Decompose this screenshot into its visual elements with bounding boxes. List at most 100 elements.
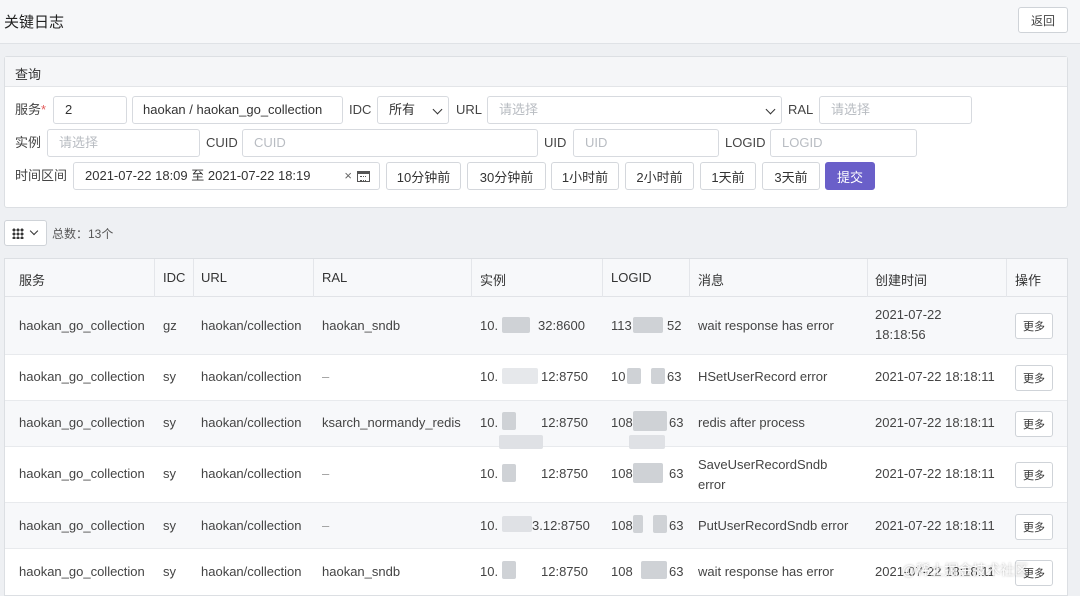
cell-idc: sy [163, 466, 176, 481]
col-header-logid[interactable]: LOGID [611, 270, 651, 285]
cell-url: haokan/collection [201, 518, 302, 533]
cell-instance-suffix: 32:8600 [538, 318, 585, 333]
url-select[interactable]: 请选择 [487, 96, 782, 124]
back-button[interactable]: 返回 [1018, 7, 1068, 33]
col-header-instance[interactable]: 实例 [480, 270, 506, 289]
cell-instance-prefix: 10. [480, 466, 499, 481]
instance-select[interactable]: 请选择 [47, 129, 200, 157]
page-title: 关键日志 [4, 14, 65, 31]
log-table: 服务 IDC URL RAL 实例 LOGID 消息 创建时间 操作 haoka… [4, 258, 1068, 596]
cell-service: haokan_go_collection [19, 564, 145, 579]
cell-instance-prefix: 10. [480, 415, 499, 430]
more-button[interactable]: 更多 [1015, 365, 1053, 391]
redacted-block [502, 412, 516, 430]
col-header-url[interactable]: URL [201, 270, 227, 285]
total-count: 总数：13个 [52, 227, 114, 241]
cell-logid-suffix: 63 [669, 466, 684, 481]
url-select-placeholder: 请选择 [499, 102, 539, 117]
cell-instance-suffix: 12:8750 [541, 369, 588, 384]
cell-ral: – [322, 518, 330, 533]
cell-message: wait response has error [698, 318, 834, 333]
cell-logid-prefix: 108 [611, 518, 633, 533]
col-header-ral[interactable]: RAL [322, 270, 347, 285]
more-button[interactable]: 更多 [1015, 411, 1053, 437]
submit-button[interactable]: 提交 [825, 162, 875, 190]
table-row[interactable]: haokan_go_collection sy haokan/collectio… [5, 401, 1067, 449]
col-header-service[interactable]: 服务 [19, 270, 45, 289]
cell-ral: ksarch_normandy_redis [322, 415, 461, 430]
cell-logid-prefix: 108 [611, 564, 633, 579]
cell-idc: sy [163, 564, 176, 579]
idc-select[interactable]: 所有 [377, 96, 449, 124]
service-name-select[interactable]: haokan / haokan_go_collection [132, 96, 343, 124]
cell-logid-prefix: 108 [611, 415, 633, 430]
cell-url: haokan/collection [201, 564, 302, 579]
required-mark: * [41, 102, 47, 117]
clear-icon[interactable]: × [344, 163, 352, 189]
column-toggle-button[interactable] [4, 220, 47, 246]
cell-message: wait response has error [698, 564, 834, 579]
cell-ral: haokan_sndb [322, 564, 401, 579]
cell-created-time: 2021-07-22 18:18:11 [875, 466, 995, 481]
service-id-input[interactable]: 2 [53, 96, 127, 124]
cell-instance-suffix: 12:8750 [541, 564, 588, 579]
cuid-label: CUID [206, 135, 238, 150]
col-header-idc[interactable]: IDC [163, 270, 185, 285]
quick-range-1h-button[interactable]: 1小时前 [551, 162, 619, 190]
col-header-actions: 操作 [1015, 273, 1042, 288]
table-row[interactable]: haokan_go_collection gz haokan/collectio… [5, 297, 1067, 355]
cell-url: haokan/collection [201, 466, 302, 481]
query-panel-title: 查询 [5, 57, 1067, 87]
cell-instance-prefix: 10. [480, 318, 499, 333]
calendar-icon[interactable] [357, 171, 370, 182]
ral-label: RAL [788, 102, 814, 117]
cell-logid-prefix: 108 [611, 466, 633, 481]
redacted-block [633, 515, 643, 533]
cell-message: HSetUserRecord error [698, 369, 828, 384]
redacted-block [502, 516, 532, 532]
cell-service: haokan_go_collection [19, 466, 145, 481]
cell-logid-suffix: 63 [669, 518, 684, 533]
table-row[interactable]: haokan_go_collection sy haokan/collectio… [5, 355, 1067, 401]
cuid-input[interactable]: CUID [242, 129, 538, 157]
table-row[interactable]: haokan_go_collection sy haokan/collectio… [5, 447, 1067, 503]
more-button[interactable]: 更多 [1015, 313, 1053, 339]
cell-service: haokan_go_collection [19, 318, 145, 333]
instance-label: 实例 [15, 135, 42, 150]
cell-created-time: 2021-07-22 18:18:11 [875, 518, 995, 533]
uid-input[interactable]: UID [573, 129, 719, 157]
idc-select-value: 所有 [389, 102, 416, 117]
quick-range-2h-button[interactable]: 2小时前 [625, 162, 694, 190]
top-bar: 关键日志 返回 [0, 0, 1080, 44]
cell-logid-suffix: 52 [667, 318, 682, 333]
cell-created-time: 2021-07-22 18:18:11 [875, 415, 995, 430]
col-header-message[interactable]: 消息 [698, 270, 724, 289]
cell-message: redis after process [698, 415, 805, 430]
quick-range-3d-button[interactable]: 3天前 [762, 162, 820, 190]
cell-url: haokan/collection [201, 369, 302, 384]
ral-select[interactable]: 请选择 [819, 96, 972, 124]
redacted-block [651, 368, 665, 384]
more-button[interactable]: 更多 [1015, 462, 1053, 488]
table-header: 服务 IDC URL RAL 实例 LOGID 消息 创建时间 操作 [5, 259, 1067, 297]
cell-instance-prefix: 10. [480, 369, 499, 384]
uid-label: UID [544, 135, 567, 150]
quick-range-30min-button[interactable]: 30分钟前 [467, 162, 546, 190]
col-header-created-time[interactable]: 创建时间 [875, 270, 927, 289]
cell-logid-prefix: 113 [611, 318, 632, 333]
cell-logid-suffix: 63 [667, 369, 682, 384]
table-row[interactable]: haokan_go_collection sy haokan/collectio… [5, 503, 1067, 549]
cell-message-cont: error [698, 477, 726, 492]
quick-range-1d-button[interactable]: 1天前 [700, 162, 756, 190]
logid-input[interactable]: LOGID [770, 129, 917, 157]
quick-range-10min-button[interactable]: 10分钟前 [386, 162, 461, 190]
more-button[interactable]: 更多 [1015, 514, 1053, 540]
cell-created-clock: 18:18:56 [875, 327, 926, 342]
cell-created-time: 2021-07-22 18:18:11 [875, 369, 995, 384]
chevron-down-icon [432, 104, 443, 115]
time-range-picker[interactable]: 2021-07-22 18:09 至 2021-07-22 18:19 × [73, 162, 380, 190]
chevron-down-icon [29, 226, 39, 236]
service-label: 服务* [15, 102, 47, 117]
idc-label: IDC [349, 102, 372, 117]
redacted-block [641, 561, 667, 579]
